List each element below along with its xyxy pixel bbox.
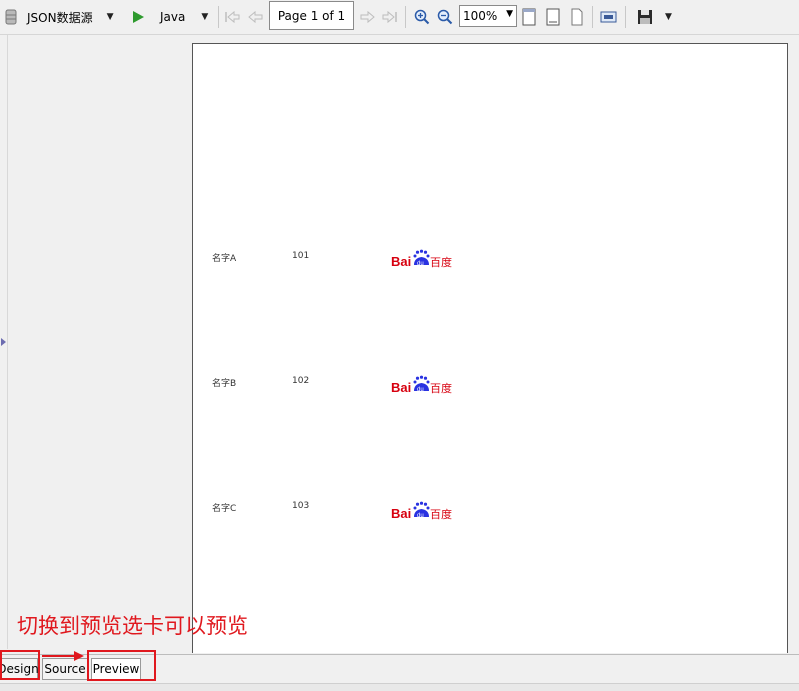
prev-page-icon bbox=[248, 10, 263, 24]
toolbar-separator bbox=[625, 6, 626, 28]
fit-page-button[interactable] bbox=[521, 0, 537, 34]
last-page-icon bbox=[382, 10, 397, 24]
save-button[interactable]: ▼ bbox=[637, 0, 672, 34]
splitter[interactable] bbox=[7, 35, 8, 649]
save-icon bbox=[638, 10, 652, 24]
zoom-select[interactable]: 100% ▼ bbox=[459, 5, 517, 27]
row-name: 名字B bbox=[212, 379, 237, 389]
svg-text:百度: 百度 bbox=[430, 507, 452, 521]
row-id: 103 bbox=[292, 501, 310, 511]
actual-size-icon bbox=[571, 8, 583, 26]
toolbar-separator bbox=[218, 6, 219, 28]
chevron-down-icon[interactable]: ▼ bbox=[506, 9, 513, 19]
next-page-icon bbox=[360, 10, 375, 24]
fit-page-icon bbox=[522, 8, 536, 26]
svg-text:百度: 百度 bbox=[430, 255, 452, 269]
first-page-button[interactable] bbox=[224, 0, 240, 34]
datasource-selector[interactable]: JSON数据源 ▼ bbox=[3, 0, 114, 34]
chevron-down-icon[interactable]: ▼ bbox=[201, 12, 208, 22]
actual-size-button[interactable] bbox=[569, 0, 585, 34]
toolbar-separator bbox=[592, 6, 593, 28]
svg-text:Bai: Bai bbox=[391, 380, 411, 395]
svg-text:du: du bbox=[417, 261, 424, 267]
chevron-down-icon[interactable]: ▼ bbox=[107, 12, 114, 22]
chevron-down-icon[interactable]: ▼ bbox=[665, 12, 672, 22]
row-name: 名字A bbox=[212, 254, 237, 264]
prev-page-button[interactable] bbox=[248, 0, 264, 34]
baidu-logo-icon: Bai du 百度 bbox=[391, 501, 452, 521]
toolbar-separator bbox=[405, 6, 406, 28]
toolbar: JSON数据源 ▼ Java ▼ Page 1 of 1 100% ▼ ▼ bbox=[0, 0, 799, 35]
fit-width-button[interactable] bbox=[545, 0, 561, 34]
svg-text:du: du bbox=[417, 513, 424, 519]
svg-text:du: du bbox=[417, 387, 424, 393]
language-label: Java bbox=[160, 10, 186, 24]
expand-panel-icon[interactable] bbox=[1, 338, 6, 346]
arrow-right-icon bbox=[42, 651, 84, 661]
baidu-logo-icon: Bai du 百度 bbox=[391, 375, 452, 395]
annotation-text: 切换到预览选卡可以预览 bbox=[17, 614, 248, 638]
first-page-icon bbox=[225, 10, 240, 24]
zoom-value: 100% bbox=[463, 9, 498, 23]
fit-width-icon bbox=[546, 8, 560, 26]
zoom-out-button[interactable] bbox=[437, 0, 453, 34]
row-id: 102 bbox=[292, 376, 310, 386]
svg-text:Bai: Bai bbox=[391, 254, 411, 269]
language-selector[interactable]: Java ▼ bbox=[160, 0, 208, 34]
report-page: 名字A 101 Bai du 百度 名字B 102 Bai du 百度 名字C … bbox=[192, 43, 788, 653]
zoom-in-icon bbox=[414, 9, 430, 25]
highlight-box-design bbox=[0, 650, 40, 680]
baidu-logo-icon: Bai du 百度 bbox=[391, 249, 452, 269]
row-name: 名字C bbox=[212, 504, 237, 514]
zoom-out-icon bbox=[437, 9, 453, 25]
last-page-button[interactable] bbox=[382, 0, 398, 34]
database-icon bbox=[5, 9, 17, 25]
export-icon bbox=[600, 11, 617, 23]
zoom-in-button[interactable] bbox=[414, 0, 430, 34]
export-button[interactable] bbox=[600, 0, 618, 34]
svg-text:百度: 百度 bbox=[430, 381, 452, 395]
play-icon bbox=[133, 11, 144, 23]
next-page-button[interactable] bbox=[359, 0, 375, 34]
svg-text:Bai: Bai bbox=[391, 506, 411, 521]
run-button[interactable] bbox=[131, 0, 145, 34]
datasource-label: JSON数据源 bbox=[27, 10, 93, 25]
row-id: 101 bbox=[292, 251, 310, 261]
highlight-box-preview bbox=[87, 650, 156, 681]
page-indicator[interactable]: Page 1 of 1 bbox=[269, 1, 354, 30]
